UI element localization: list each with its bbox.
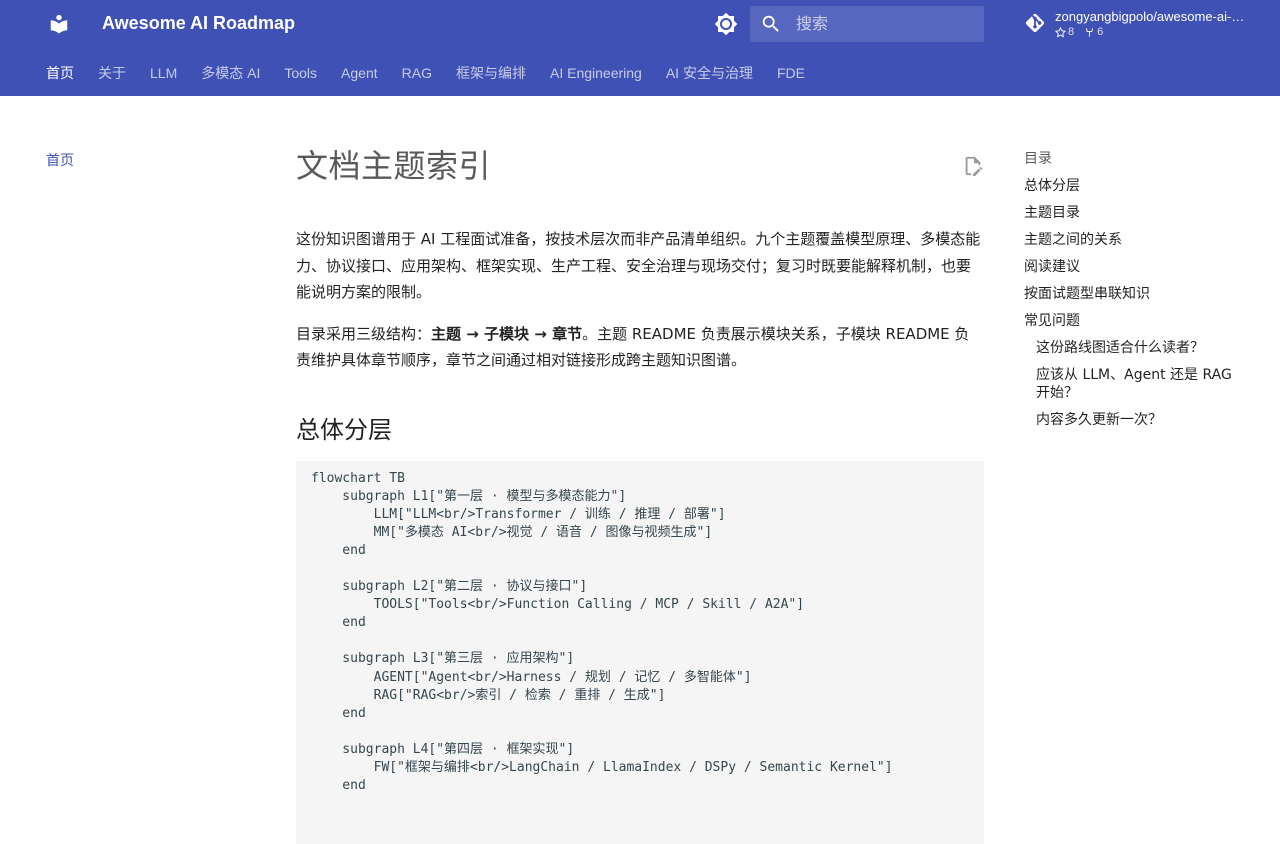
toc-sub-item[interactable]: 应该从 LLM、Agent 还是 RAG 开始？ (1024, 366, 1244, 402)
left-nav-home[interactable]: 首页 (46, 150, 74, 170)
structure-prefix: 目录采用三级结构： (296, 324, 432, 343)
structure-submodule: 子模块 (484, 324, 530, 343)
tab-ai-safety[interactable]: AI 安全与治理 (666, 64, 753, 84)
tab-agent[interactable]: Agent (341, 64, 378, 84)
forks-value: 6 (1097, 26, 1104, 38)
header: Awesome AI Roadmap zongyangbigpolo/aweso… (0, 0, 1280, 96)
star-icon (1055, 26, 1066, 37)
repo-link[interactable]: zongyangbigpolo/awesome-ai-roadmap 8 6 (1024, 8, 1264, 40)
stars-value: 8 (1068, 26, 1075, 38)
toc-item[interactable]: 主题之间的关系 (1024, 231, 1244, 249)
toc-sub-item[interactable]: 内容多久更新一次？ (1024, 411, 1244, 429)
stars-count: 8 (1055, 26, 1074, 38)
tab-rag[interactable]: RAG (402, 64, 432, 84)
intro-paragraph: 这份知识图谱用于 AI 工程面试准备，按技术层次而非产品清单组织。九个主题覆盖模… (296, 230, 981, 301)
code-block: flowchart TB subgraph L1["第一层 · 模型与多模态能力… (296, 460, 984, 844)
toc-item[interactable]: 总体分层 (1024, 177, 1244, 195)
forks-count: 6 (1084, 26, 1103, 38)
section-title: 总体分层 (296, 415, 392, 444)
fork-icon (1086, 27, 1093, 37)
git-icon (1025, 13, 1045, 33)
search-input[interactable] (794, 6, 978, 44)
structure-topic: 主题 (431, 324, 462, 343)
table-of-contents: 目录 总体分层 主题目录 主题之间的关系 阅读建议 按面试题型串联知识 常见问题… (1024, 150, 1244, 438)
tab-home[interactable]: 首页 (46, 64, 74, 84)
tab-ai-engineering[interactable]: AI Engineering (550, 64, 642, 84)
tab-frameworks[interactable]: 框架与编排 (456, 64, 526, 84)
theme-toggle-icon[interactable] (712, 10, 740, 38)
left-nav: 首页 (46, 150, 74, 170)
page-title: 文档主题索引 (296, 147, 492, 185)
toc-item[interactable]: 阅读建议 (1024, 258, 1244, 276)
repo-stats: 8 6 (1055, 26, 1103, 38)
structure-chapter: 章节 (552, 324, 583, 343)
tab-llm[interactable]: LLM (150, 64, 177, 84)
toc-sub-item[interactable]: 这份路线图适合什么读者？ (1024, 339, 1244, 357)
toc-item[interactable]: 常见问题 (1024, 312, 1244, 330)
search-box[interactable] (750, 6, 984, 44)
tab-tools[interactable]: Tools (284, 64, 317, 84)
structure-arrow-2: → (529, 324, 553, 343)
tab-fde[interactable]: FDE (777, 64, 805, 84)
top-tabs: 首页 关于 LLM 多模态 AI Tools Agent RAG 框架与编排 A… (46, 64, 829, 84)
repo-name: zongyangbigpolo/awesome-ai-roadmap (1055, 9, 1247, 24)
structure-arrow-1: → (461, 324, 485, 343)
toc-item[interactable]: 主题目录 (1024, 204, 1244, 222)
logo-icon[interactable] (46, 11, 72, 37)
toc-title: 目录 (1024, 151, 1052, 167)
edit-page-icon[interactable] (962, 154, 984, 178)
toc-item[interactable]: 按面试题型串联知识 (1024, 285, 1244, 303)
site-title[interactable]: Awesome AI Roadmap (102, 13, 295, 34)
tab-multimodal[interactable]: 多模态 AI (201, 64, 260, 84)
main-content: 文档主题索引 这份知识图谱用于 AI 工程面试准备，按技术层次而非产品清单组织。… (296, 140, 984, 844)
structure-paragraph: 目录采用三级结构：主题 → 子模块 → 章节。主题 README 负责展示模块关… (296, 321, 984, 374)
search-icon (762, 15, 779, 32)
tab-about[interactable]: 关于 (98, 64, 126, 84)
